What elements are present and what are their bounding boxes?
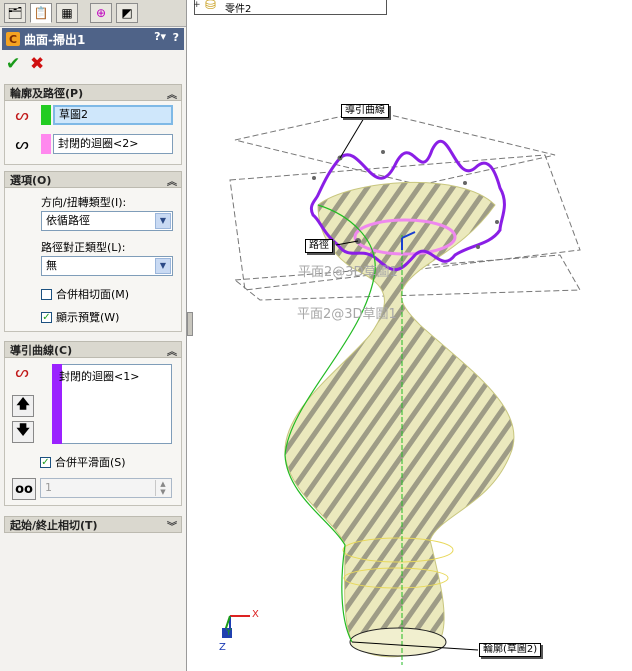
plane-top [234, 109, 556, 186]
guide-curve-callout[interactable]: 導引曲線 [341, 104, 389, 118]
section-spin-box[interactable]: 1 ▲ ▼ [40, 478, 172, 498]
path-align-select[interactable]: 無 ▼ [41, 256, 173, 276]
configuration-icon: ▦ [61, 6, 73, 20]
collapse-chevron-icon[interactable]: ︽ [167, 173, 177, 188]
triad-x [401, 231, 416, 239]
plane-label: 平面2@3D草圖1 [297, 307, 397, 322]
merge-tangent-checkbox[interactable]: 合併相切面(M) [41, 286, 129, 302]
path-field[interactable]: 封閉的迴圈<2> [53, 134, 173, 154]
chevron-down-icon[interactable]: ▼ [155, 258, 171, 274]
part-name[interactable]: 零件2 [225, 0, 251, 15]
arrow-down-icon: 🡇 [16, 423, 30, 438]
guide-curves-header[interactable]: 導引曲線(C) ︽ [4, 341, 182, 358]
part-icon: ⛁ [205, 0, 216, 13]
feature-tree-flyout: + ⛁ 零件2 [193, 0, 387, 15]
checkbox-empty-icon[interactable] [41, 288, 52, 300]
feature-manager-tab[interactable]: 🗂 [4, 3, 26, 23]
axis-z-label: Z [219, 642, 226, 653]
chevron-down-icon[interactable]: ▼ [155, 213, 171, 229]
vase-surface [284, 181, 515, 658]
crosshair-icon: ⊕ [95, 6, 107, 20]
manager-tabs: 🗂 📋 ▦ ⊕ ◩ [0, 0, 186, 27]
section-ring [343, 567, 449, 589]
display-manager-tab[interactable]: ◩ [116, 3, 138, 23]
guide-curve [309, 139, 506, 271]
plane-label: 平面2@3D草圖1 [298, 265, 398, 280]
section-ring [342, 537, 454, 563]
checkmark-icon[interactable]: ✓ [40, 456, 51, 468]
path-loop [353, 218, 457, 256]
plane-bottom [233, 254, 581, 301]
sweep-surface-icon: C [6, 32, 20, 46]
profile-field[interactable]: 草圖2 [53, 105, 173, 125]
axis-x-label: X [252, 609, 259, 620]
property-manager: 🗂 📋 ▦ ⊕ ◩ C 曲面-掃出1 ?▾ ? ✔ ✖ 輪廓及路徑(P) ︽ ᔕ… [0, 0, 187, 671]
expand-icon[interactable]: + [193, 0, 201, 10]
profile-path-body: ᔕ 草圖2 ᔕ 封閉的迴圈<2> [4, 101, 182, 165]
property-icon: 📋 [33, 6, 49, 20]
profile-path-header-label: 輪廓及路徑(P) [10, 86, 84, 100]
path-selection-icon: ᔕ [15, 135, 29, 153]
plane-mid [229, 154, 581, 291]
panel-splitter[interactable] [187, 312, 193, 336]
profile-color-swatch [41, 105, 51, 125]
guide-curves-list[interactable]: 封閉的迴圈<1> [52, 364, 172, 444]
profile-path-header[interactable]: 輪廓及路徑(P) ︽ [4, 84, 182, 101]
collapse-chevron-icon[interactable]: ︽ [167, 86, 177, 101]
path-align-value: 無 [46, 259, 57, 272]
path-callout[interactable]: 路徑 [305, 239, 333, 253]
options-header-label: 選項(O) [10, 173, 52, 187]
merge-smooth-checkbox[interactable]: ✓ 合併平滑面(S) [40, 454, 126, 470]
show-preview-label: 顯示預覽(W) [56, 311, 120, 324]
spin-arrows-icon[interactable]: ▲ ▼ [155, 480, 170, 496]
move-up-button[interactable]: 🡅 [12, 395, 34, 417]
profile-selection-icon: ᔕ [15, 106, 29, 124]
feature-tree-icon: 🗂 [7, 6, 23, 20]
section-spin-value: 1 [45, 481, 52, 494]
checkmark-icon[interactable]: ✓ [41, 311, 52, 323]
guide-curve-selection-icon: ᔕ [15, 363, 29, 381]
cancel-button[interactable]: ✖ [30, 54, 44, 74]
tangency-header[interactable]: 起始/終止相切(T) ︾ [4, 516, 182, 533]
path-color-swatch [41, 134, 51, 154]
profile-leader-line [351, 641, 479, 651]
merge-smooth-label: 合併平滑面(S) [55, 456, 126, 469]
dimxpert-tab[interactable]: ⊕ [90, 3, 112, 23]
profile-circle [349, 627, 447, 657]
property-manager-tab[interactable]: 📋 [30, 3, 52, 23]
options-body: 方向/扭轉類型(I): 依循路徑 ▼ 路徑對正類型(L): 無 ▼ 合併相切面(… [4, 188, 182, 332]
options-header[interactable]: 選項(O) ︽ [4, 171, 182, 188]
orientation-select[interactable]: 依循路徑 ▼ [41, 211, 173, 231]
glasses-icon: oo [15, 481, 33, 497]
feature-title: 曲面-掃出1 [24, 32, 86, 47]
tangency-header-label: 起始/終止相切(T) [10, 518, 98, 532]
arrow-up-icon: 🡅 [16, 397, 30, 412]
orientation-value: 依循路徑 [46, 214, 90, 227]
axis-y-label: Y [226, 628, 232, 638]
expand-chevron-icon[interactable]: ︾ [167, 518, 177, 533]
list-item[interactable]: 封閉的迴圈<1> [59, 368, 139, 384]
sketch-points [312, 150, 499, 249]
move-down-button[interactable]: 🡇 [12, 421, 34, 443]
configuration-manager-tab[interactable]: ▦ [56, 3, 78, 23]
collapse-chevron-icon[interactable]: ︽ [167, 343, 177, 358]
show-preview-checkbox[interactable]: ✓ 顯示預覽(W) [41, 309, 119, 325]
show-sections-button[interactable]: oo [12, 478, 36, 500]
question-button[interactable]: ? [173, 31, 179, 44]
feature-title-bar: C 曲面-掃出1 ?▾ ? [2, 28, 184, 50]
path-align-label: 路徑對正類型(L): [41, 241, 126, 254]
ok-button[interactable]: ✔ [6, 54, 20, 74]
help-button[interactable]: ?▾ [154, 30, 166, 43]
path-leader-line [335, 240, 359, 246]
orientation-label: 方向/扭轉類型(I): [41, 196, 127, 209]
merge-tangent-label: 合併相切面(M) [56, 288, 130, 301]
guide-leader-line [339, 112, 368, 159]
guide-curves-header-label: 導引曲線(C) [10, 343, 73, 357]
display-icon: ◩ [121, 6, 133, 20]
profile-callout[interactable]: 輪廓(草圖2) [479, 643, 542, 657]
help-label: ? [154, 30, 161, 43]
